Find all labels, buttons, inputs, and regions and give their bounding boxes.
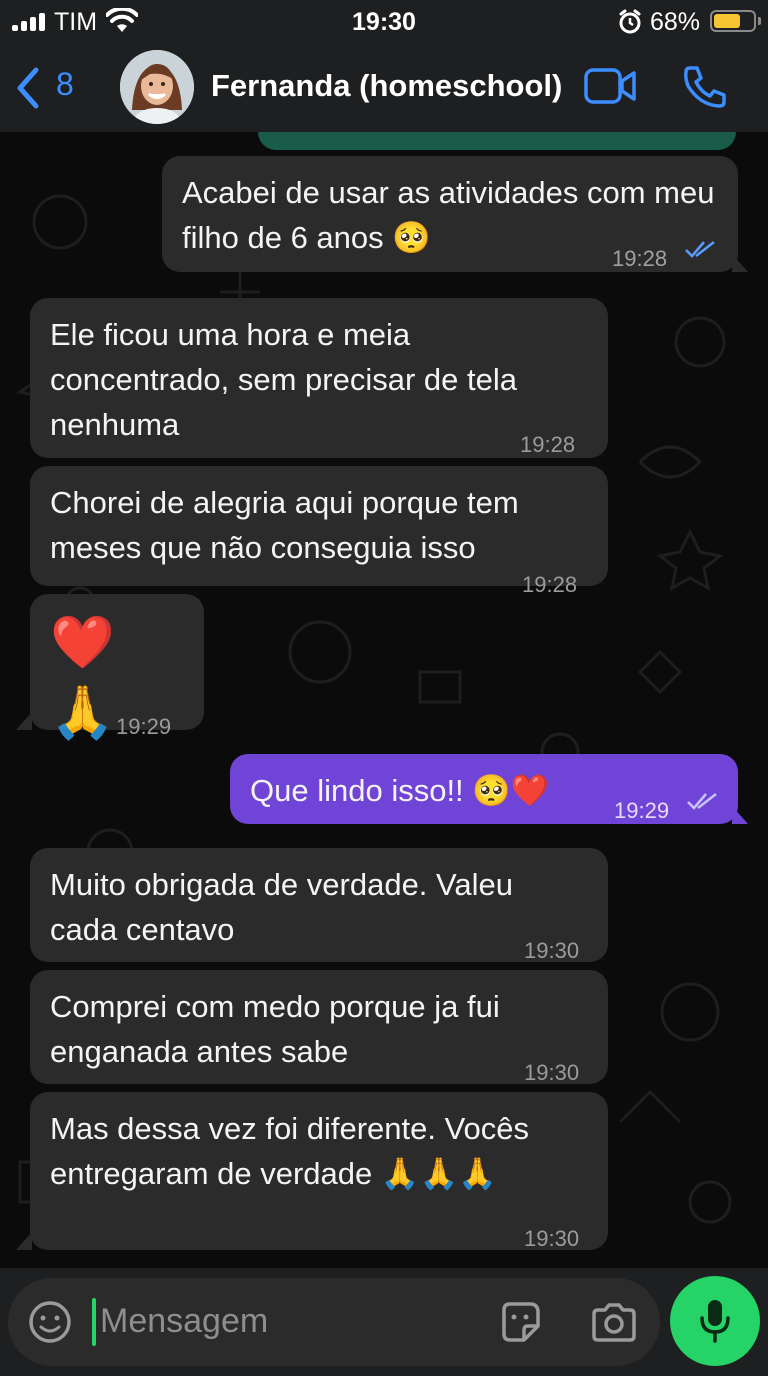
message-time: 19:28 <box>520 432 576 457</box>
read-receipt-icon <box>687 793 717 810</box>
message-input[interactable]: Mensagem <box>8 1278 660 1366</box>
message-text: Chorei de alegria aqui porque tem meses … <box>50 485 519 565</box>
message-bubble-incoming[interactable]: Muito obrigada de verdade. Valeu cada ce… <box>30 848 608 963</box>
message-time: 19:30 <box>524 1226 580 1251</box>
chat-area[interactable]: Acabei de usar as atividades com meu fil… <box>0 132 768 1268</box>
previous-message-edge <box>258 132 736 150</box>
microphone-button[interactable] <box>670 1276 760 1366</box>
message-placeholder: Mensagem <box>100 1302 269 1340</box>
text-cursor <box>92 1298 96 1346</box>
contact-name[interactable]: Fernanda (homeschool) <box>211 68 577 104</box>
composer-bar: Mensagem <box>0 1268 768 1376</box>
battery-tip <box>758 17 761 25</box>
camera-icon[interactable] <box>590 1302 638 1342</box>
message-time: 19:30 <box>524 1060 580 1085</box>
battery-percentage: 68% <box>650 8 701 36</box>
bubble-tail <box>732 254 748 272</box>
status-bar: TIM 19:30 68% <box>0 0 768 44</box>
avatar[interactable] <box>120 50 194 124</box>
chat-header: 8 Fernanda (homeschool) <box>0 44 768 132</box>
sticker-icon[interactable] <box>28 1300 72 1344</box>
alarm-icon <box>619 9 641 34</box>
message-time: 19:29 <box>614 798 670 823</box>
message-text: Comprei com medo porque ja fui enganada … <box>50 989 500 1069</box>
message-text: Muito obrigada de verdade. Valeu cada ce… <box>50 867 514 947</box>
battery-icon <box>710 10 756 32</box>
video-call-icon[interactable] <box>584 66 638 106</box>
sticker-icon[interactable] <box>498 1300 542 1344</box>
read-receipt-icon <box>685 241 715 258</box>
microphone-icon <box>700 1300 730 1343</box>
message-bubble-outgoing[interactable]: Acabei de usar as atividades com meu fil… <box>162 156 738 272</box>
message-bubble-incoming[interactable]: Ele ficou uma hora e meia concentrado, s… <box>30 298 608 458</box>
message-bubble-incoming[interactable]: Comprei com medo porque ja fui enganada … <box>30 970 608 1085</box>
message-bubble-incoming[interactable]: Chorei de alegria aqui porque tem meses … <box>30 466 608 597</box>
message-bubble-incoming[interactable]: Mas dessa vez foi diferente. Vocês entre… <box>30 1092 608 1251</box>
pleading-face-emoji: 🥺 <box>392 220 431 255</box>
message-time: 19:28 <box>612 246 668 271</box>
bubble-tail <box>16 1232 32 1250</box>
phone-icon[interactable] <box>682 64 728 110</box>
bubble-tail <box>732 806 748 824</box>
praying-hands-emoji: 🙏🙏🙏 <box>380 1156 497 1191</box>
battery-level <box>714 14 740 28</box>
pleading-face-heart-emoji: 🥺❤️ <box>472 773 550 808</box>
message-text: Que lindo isso!! <box>250 773 464 808</box>
message-text: Ele ficou uma hora e meia concentrado, s… <box>50 317 517 442</box>
unread-count[interactable]: 8 <box>56 66 74 103</box>
chevron-left-icon[interactable] <box>14 66 42 110</box>
message-time: 19:28 <box>522 572 578 597</box>
message-bubble-outgoing[interactable]: Que lindo isso!! 🥺❤️ 19:29 <box>230 754 738 824</box>
message-time: 19:30 <box>524 938 580 963</box>
message-bubble-incoming[interactable]: ❤️ 🙏 19:29 <box>30 594 204 742</box>
message-time: 19:29 <box>116 714 172 739</box>
bubble-tail <box>16 712 32 730</box>
